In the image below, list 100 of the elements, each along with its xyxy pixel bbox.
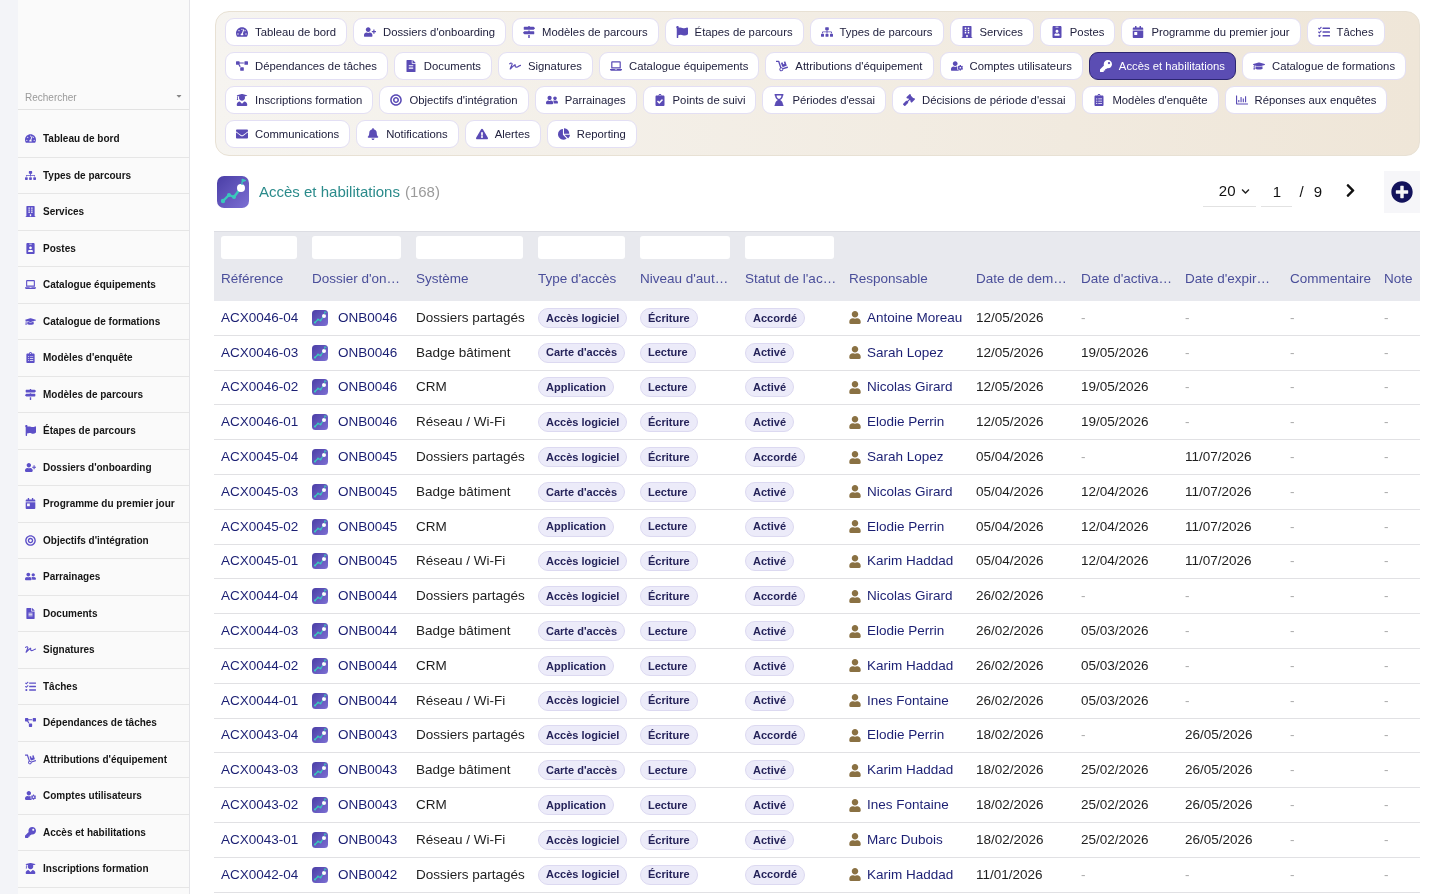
column-header[interactable]: Note [1384,269,1413,290]
nav-tab[interactable]: Réponses aux enquêtes [1224,86,1388,114]
dossier-link[interactable]: ONB0045 [338,446,398,468]
sidebar-item[interactable]: Signatures [18,632,189,669]
responsible-link[interactable]: Karim Haddad [867,655,954,676]
nav-tab[interactable]: Dossiers d'onboarding [353,18,507,46]
next-page-button[interactable] [1344,182,1357,198]
nav-tab[interactable]: Modèles de parcours [512,18,659,46]
dossier-link[interactable]: ONB0046 [338,342,398,363]
dossier-link[interactable]: ONB0045 [338,481,398,502]
reference-link[interactable]: ACX0044-04 [221,586,299,607]
responsible-link[interactable]: Elodie Perrin [867,516,945,537]
dossier-link[interactable]: ONB0043 [338,829,398,850]
sidebar-item[interactable]: Catalogue équipements [18,267,189,304]
column-header[interactable]: Dossier d'on… [312,269,401,290]
dossier-link[interactable]: ONB0046 [338,307,398,328]
dossier-link[interactable]: ONB0042 [338,864,398,885]
sidebar-item[interactable]: Modèles d'enquête [18,340,189,377]
sidebar-item[interactable]: Types de parcours [18,157,189,194]
add-button[interactable] [1384,171,1420,213]
column-header[interactable]: Commentaire [1290,269,1372,290]
nav-tab[interactable]: Types de parcours [809,18,944,46]
responsible-link[interactable]: Elodie Perrin [867,412,945,433]
sidebar-item[interactable]: Dépendances de tâches [18,705,189,742]
dossier-link[interactable]: ONB0043 [338,794,398,816]
reference-link[interactable]: ACX0046-01 [221,412,299,433]
nav-tab[interactable]: Modèles d'enquête [1082,86,1219,114]
responsible-link[interactable]: Karim Haddad [867,760,954,781]
dossier-link[interactable]: ONB0045 [338,551,398,572]
sidebar-item[interactable]: Services [18,194,189,231]
nav-tab[interactable]: Services [949,18,1034,46]
reference-link[interactable]: ACX0044-02 [221,655,299,676]
dossier-link[interactable]: ONB0046 [338,412,398,433]
nav-tab[interactable]: Parrainages [534,86,637,114]
reference-link[interactable]: ACX0043-02 [221,794,299,816]
dossier-link[interactable]: ONB0044 [338,690,398,711]
reference-link[interactable]: ACX0043-04 [221,725,299,746]
reference-link[interactable]: ACX0045-03 [221,481,299,502]
reference-link[interactable]: ACX0042-04 [221,864,299,885]
sidebar-item[interactable]: Programme du premier jour [18,486,189,523]
sidebar-item[interactable]: Modèles de parcours [18,376,189,413]
reference-link[interactable]: ACX0044-03 [221,620,299,642]
dossier-link[interactable]: ONB0043 [338,760,398,781]
nav-tab[interactable]: Comptes utilisateurs [939,52,1083,80]
search-field[interactable]: Rechercher [18,86,189,110]
responsible-link[interactable]: Karim Haddad [867,551,954,572]
responsible-link[interactable]: Marc Dubois [867,829,943,850]
column-header[interactable]: Date d'expir… [1185,269,1271,290]
responsible-link[interactable]: Antoine Moreau [867,307,963,328]
nav-tab[interactable]: Dépendances de tâches [225,52,388,80]
dossier-link[interactable]: ONB0044 [338,655,398,676]
responsible-link[interactable]: Ines Fontaine [867,794,949,816]
nav-tab[interactable]: Notifications [356,120,459,148]
nav-tab[interactable]: Tableau de bord [225,18,348,46]
nav-tab[interactable]: Tâches [1306,18,1385,46]
nav-tab[interactable]: Postes [1039,18,1116,46]
dossier-link[interactable]: ONB0046 [338,377,398,398]
nav-tab[interactable]: Objectifs d'intégration [379,86,529,114]
nav-tab[interactable]: Étapes de parcours [664,18,804,46]
responsible-link[interactable]: Nicolas Girard [867,481,953,502]
dossier-link[interactable]: ONB0044 [338,586,398,607]
nav-tab[interactable]: Inscriptions formation [225,86,374,114]
sidebar-item[interactable]: Catalogue de formations [18,303,189,340]
reference-link[interactable]: ACX0045-04 [221,446,299,468]
responsible-link[interactable]: Sarah Lopez [867,446,944,468]
nav-tab[interactable]: Attributions d'équipement [765,52,934,80]
reference-link[interactable]: ACX0046-04 [221,307,299,328]
sidebar-item[interactable]: Postes [18,230,189,267]
responsible-link[interactable]: Sarah Lopez [867,342,944,363]
nav-tab[interactable]: Programme du premier jour [1121,18,1301,46]
page-size-select[interactable]: 20 [1203,177,1257,207]
responsible-link[interactable]: Nicolas Girard [867,377,953,398]
reference-link[interactable]: ACX0045-02 [221,516,299,537]
responsible-link[interactable]: Ines Fontaine [867,690,949,711]
reference-link[interactable]: ACX0043-01 [221,829,299,850]
dossier-link[interactable]: ONB0043 [338,725,398,746]
nav-tab[interactable]: Communications [225,120,351,148]
nav-tab[interactable]: Points de suivi [642,86,757,114]
sidebar-item[interactable]: Accès et habilitations [18,814,189,851]
nav-tab[interactable]: Signatures [498,52,593,80]
column-header[interactable]: Niveau d'aut… [640,269,729,290]
column-header[interactable]: Statut de l'ac… [745,269,837,290]
responsible-link[interactable]: Elodie Perrin [867,620,945,642]
reference-link[interactable]: ACX0045-01 [221,551,299,572]
reference-link[interactable]: ACX0046-02 [221,377,299,398]
nav-tab[interactable]: Alertes [464,120,541,148]
sidebar-item[interactable]: Dossiers d'onboarding [18,449,189,486]
sidebar-item[interactable]: Attributions d'équipement [18,741,189,778]
sidebar-item[interactable]: Comptes utilisateurs [18,778,189,815]
sidebar-item[interactable]: Étapes de parcours [18,413,189,450]
column-header[interactable]: Date d'activa… [1081,269,1173,290]
nav-tab[interactable]: Catalogue équipements [599,52,760,80]
sidebar-item[interactable]: Inscriptions formation [18,851,189,888]
reference-link[interactable]: ACX0044-01 [221,690,299,711]
nav-tab[interactable]: Accès et habilitations [1088,52,1236,80]
responsible-link[interactable]: Karim Haddad [867,864,954,885]
nav-tab[interactable]: Périodes d'essai [762,86,886,114]
reference-link[interactable]: ACX0046-03 [221,342,299,363]
column-header[interactable]: Système [416,269,469,290]
column-header[interactable]: Responsable [849,269,928,290]
